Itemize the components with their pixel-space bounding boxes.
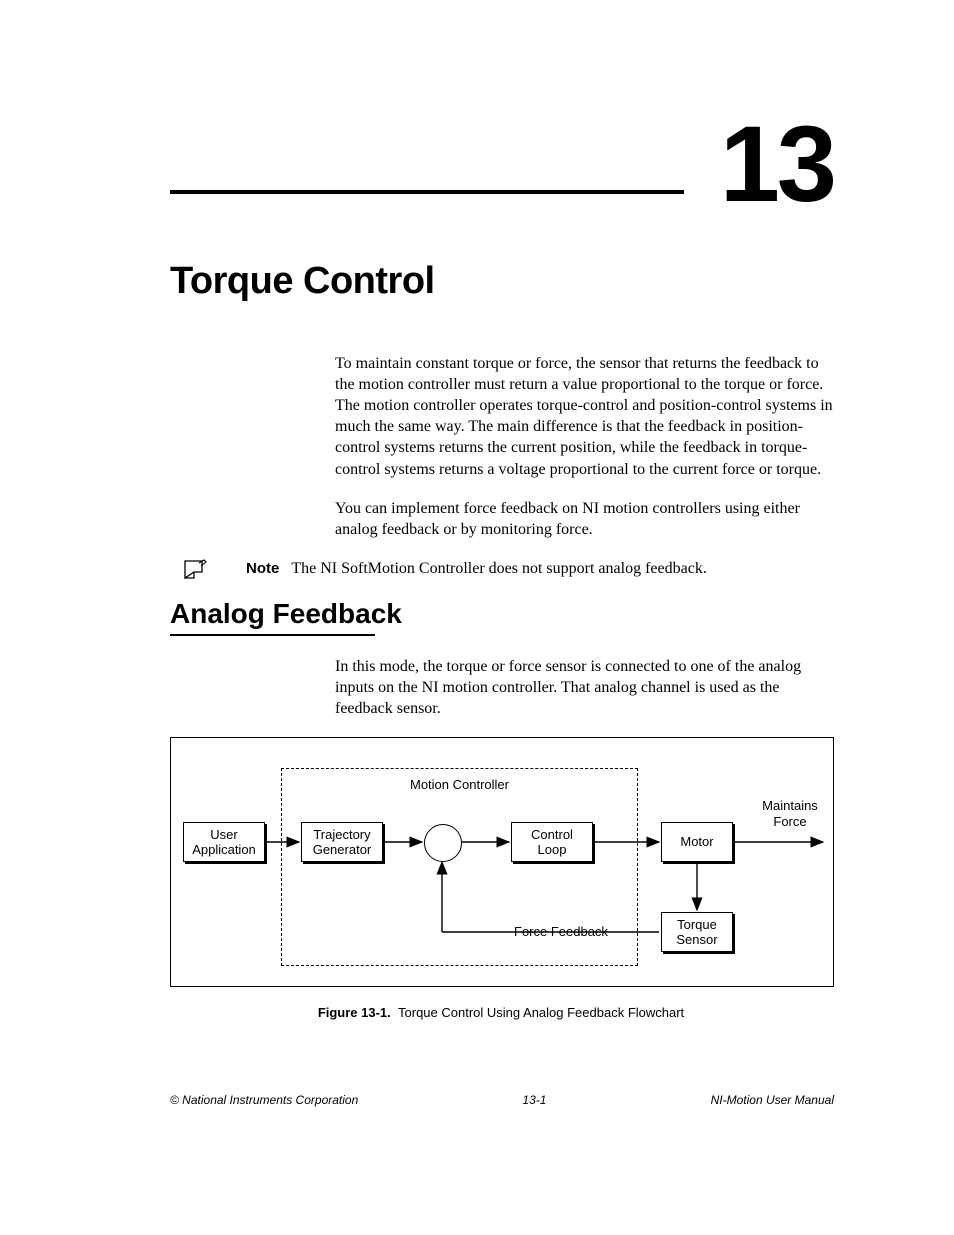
section-body: In this mode, the torque or force sensor… xyxy=(335,656,834,719)
section-paragraph-1: In this mode, the torque or force sensor… xyxy=(335,656,834,719)
section-rule xyxy=(170,634,375,636)
diagram-frame: Motion Controller UserApplication Trajec… xyxy=(170,737,834,987)
page-footer: © National Instruments Corporation 13-1 … xyxy=(170,1093,834,1107)
footer-left: © National Instruments Corporation xyxy=(170,1093,358,1107)
trajectory-generator-box: TrajectoryGenerator xyxy=(301,822,383,862)
page: 13 Torque Control To maintain constant t… xyxy=(0,0,954,1235)
motor-box: Motor xyxy=(661,822,733,862)
intro-paragraph-2: You can implement force feedback on NI m… xyxy=(335,498,834,540)
intro-block: To maintain constant torque or force, th… xyxy=(335,353,834,540)
torque-sensor-box: TorqueSensor xyxy=(661,912,733,952)
note-icon xyxy=(182,558,208,580)
note-text: The NI SoftMotion Controller does not su… xyxy=(291,560,706,577)
note-text-wrap: Note The NI SoftMotion Controller does no… xyxy=(246,558,707,579)
chapter-number: 13 xyxy=(720,110,834,218)
chapter-rule xyxy=(170,190,684,194)
chapter-title: Torque Control xyxy=(170,260,834,303)
control-loop-box: ControlLoop xyxy=(511,822,593,862)
intro-paragraph-1: To maintain constant torque or force, th… xyxy=(335,353,834,480)
summing-junction-icon xyxy=(424,824,462,862)
note-label: Note xyxy=(246,560,279,577)
user-application-box: UserApplication xyxy=(183,822,265,862)
maintains-force-label: MaintainsForce xyxy=(755,798,825,829)
figure-label: Figure 13-1. xyxy=(318,1005,391,1020)
section-title: Analog Feedback xyxy=(170,598,834,630)
force-feedback-label: Force Feedback xyxy=(514,924,634,939)
note-row: Note The NI SoftMotion Controller does no… xyxy=(170,558,834,580)
footer-center: 13-1 xyxy=(522,1093,546,1107)
motion-controller-label: Motion Controller xyxy=(282,777,637,792)
chapter-header: 13 xyxy=(170,130,834,220)
figure-caption: Figure 13-1. Torque Control Using Analog… xyxy=(170,1005,832,1020)
footer-right: NI-Motion User Manual xyxy=(711,1093,834,1107)
figure-caption-text: Torque Control Using Analog Feedback Flo… xyxy=(398,1005,684,1020)
